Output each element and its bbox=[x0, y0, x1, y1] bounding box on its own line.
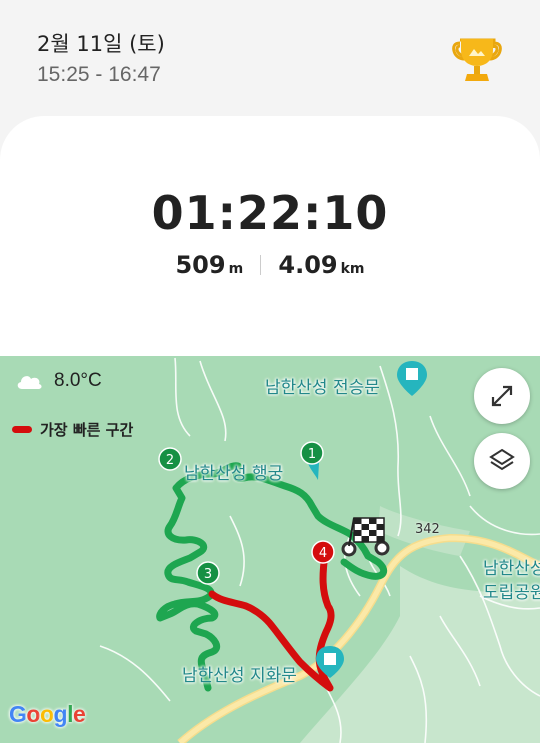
workout-stats: 509 m 4.09 km bbox=[0, 251, 540, 279]
elevation-value: 509 bbox=[175, 251, 226, 279]
stats-divider bbox=[260, 255, 262, 275]
trophy-icon[interactable] bbox=[452, 34, 502, 86]
lap-markers: 1 2 3 4 bbox=[158, 441, 335, 585]
svg-text:2: 2 bbox=[166, 453, 174, 468]
summary-card: 01:22:10 509 m 4.09 km 8.0°C 가장 빠른 구간 남한… bbox=[0, 116, 540, 743]
route-map[interactable]: 8.0°C 가장 빠른 구간 남한산성 전승문 남한산성 행궁 남한산성 지화문… bbox=[0, 356, 540, 743]
lap-marker-2: 2 bbox=[158, 447, 182, 471]
google-logo: Google bbox=[9, 701, 86, 727]
activity-date: 2월 11일 (토) bbox=[37, 32, 165, 56]
activity-header: 2월 11일 (토) 15:25 - 16:47 bbox=[0, 0, 540, 110]
workout-duration: 01:22:10 bbox=[151, 186, 389, 240]
lap-marker-4: 4 bbox=[311, 540, 335, 564]
lap-marker-1: 1 bbox=[300, 441, 324, 465]
activity-time-range: 15:25 - 16:47 bbox=[37, 63, 161, 86]
svg-text:3: 3 bbox=[204, 567, 212, 582]
svg-text:4: 4 bbox=[319, 546, 327, 561]
svg-text:1: 1 bbox=[308, 447, 316, 462]
distance-unit: km bbox=[340, 261, 365, 277]
lap-marker-3: 3 bbox=[196, 561, 220, 585]
elevation-unit: m bbox=[228, 261, 244, 277]
distance-value: 4.09 bbox=[278, 251, 338, 279]
